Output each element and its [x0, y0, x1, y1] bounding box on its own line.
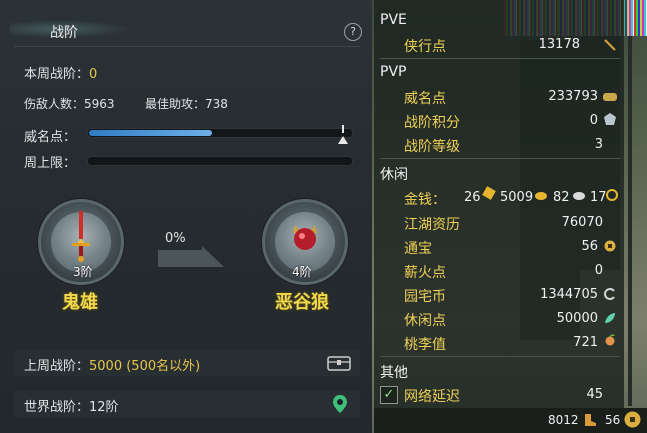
last-week-row: 上周战阶：5000 (500名以外): [24, 355, 200, 374]
leisure-item-label: 通宝: [404, 241, 432, 257]
wolf-orb-icon: [293, 225, 317, 250]
pvp-item-level-value: 3: [594, 137, 603, 152]
section-divider: [380, 58, 620, 59]
leisure-header: 休闲: [380, 167, 408, 183]
cap-marker-stem: [342, 125, 344, 133]
leisure-item-label: 休闲点: [404, 313, 446, 329]
mask-icon: [603, 93, 617, 101]
scrollbar[interactable]: [628, 36, 632, 406]
leisure-item-label: 园宅币: [404, 289, 446, 305]
header-divider: [14, 46, 360, 47]
gold-ingot-icon: [482, 186, 496, 200]
latency-value: 45: [586, 387, 603, 402]
leisure-item-value: 1344705: [540, 287, 598, 302]
leisure-item-value: 0: [594, 263, 603, 278]
leisure-item-value: 56: [581, 239, 598, 254]
world-rank-value: 12阶: [89, 400, 119, 415]
chest-icon[interactable]: [327, 354, 351, 372]
currency-panel: PVE 侠行点 13178 PVP 威名点 233793 战阶积分 0 战阶等级…: [374, 0, 624, 408]
latency-label: 网络延迟: [404, 389, 460, 405]
latency-checkbox[interactable]: ✓: [380, 386, 398, 404]
pvp-item-prestige-value: 233793: [548, 89, 598, 104]
silver-ingot-icon: [535, 192, 547, 200]
boot-icon: [585, 414, 596, 426]
section-divider: [380, 356, 620, 357]
last-week-label: 上周战阶：: [24, 359, 90, 374]
next-rank-level: 4阶: [292, 265, 312, 279]
world-rank-label: 世界战阶：: [24, 400, 90, 415]
location-pin-icon[interactable]: [332, 394, 348, 414]
last-week-value: 5000 (500名以外): [89, 359, 201, 374]
weekly-cap-label: 周上限：: [24, 156, 77, 171]
kills-row: 伤敌人数：5963: [24, 95, 115, 112]
next-rank-name: 恶谷狼: [275, 292, 329, 313]
leisure-item-label: 桃李值: [404, 337, 446, 353]
weekly-rank-value: 0: [89, 67, 98, 82]
bottom-value-b: 56: [605, 413, 621, 427]
kills-value: 5963: [84, 97, 115, 111]
leisure-item-value: 50000: [556, 311, 598, 326]
money-label: 金钱：: [404, 192, 446, 208]
arrow-right-icon: [158, 246, 224, 267]
dagger-icon: [72, 211, 90, 262]
pvp-item-prestige-label: 威名点: [404, 91, 446, 107]
world-rank-row: 世界战阶：12阶: [24, 396, 119, 415]
leisure-item-label: 江湖资历: [404, 217, 460, 233]
money-silver-value: 5009: [500, 190, 534, 205]
crest-icon: [604, 113, 616, 125]
best-assist-label: 最佳助攻：: [145, 97, 206, 111]
pve-header: PVE: [380, 12, 407, 28]
pve-item-value: 13178: [538, 37, 580, 52]
brush-icon: [604, 39, 616, 51]
house-coin-icon: [604, 288, 615, 300]
current-rank-level: 3阶: [73, 265, 93, 279]
copper-coin-icon: [604, 240, 616, 252]
best-assist-row: 最佳助攻：738: [145, 95, 228, 112]
prestige-progress-bar: [87, 128, 353, 138]
tongbao-coin-icon: [624, 411, 641, 428]
money-gold-value: 26: [464, 190, 481, 205]
best-assist-value: 738: [205, 97, 228, 111]
weekly-cap-bar: [87, 156, 353, 166]
money-copper-b-value: 17: [590, 190, 607, 205]
weekly-rank-row: 本周战阶：0: [24, 63, 97, 82]
leisure-item-value: 76070: [561, 215, 603, 230]
current-rank-name: 鬼雄: [62, 292, 98, 313]
progress-percent: 0%: [165, 231, 186, 246]
cap-marker-icon: [338, 136, 348, 144]
leisure-item-label: 薪火点: [404, 265, 446, 281]
peach-icon: [605, 334, 615, 346]
pvp-item-points-value: 0: [589, 113, 598, 128]
prestige-progress-fill: [89, 130, 212, 136]
bottom-status-bar: 8012 56: [374, 408, 647, 433]
weekly-rank-label: 本周战阶：: [24, 67, 90, 82]
section-divider: [380, 158, 620, 159]
bottom-value-a: 8012: [548, 413, 579, 427]
other-header: 其他: [380, 365, 408, 381]
leaf-icon: [605, 313, 615, 323]
pve-item-label: 侠行点: [404, 39, 446, 55]
battle-rank-panel: 战阶 ? 本周战阶：0 伤敌人数：5963 最佳助攻：738 威名点： 周上限：…: [0, 0, 372, 433]
pvp-header: PVP: [380, 64, 407, 80]
prestige-label: 威名点：: [24, 130, 77, 145]
kills-label: 伤敌人数：: [24, 97, 85, 111]
leisure-item-value: 721: [573, 335, 598, 350]
money-copper-a-value: 82: [553, 190, 570, 205]
copper-ingot-icon: [573, 192, 585, 200]
coin-icon: [606, 189, 618, 201]
pvp-item-points-label: 战阶积分: [404, 115, 460, 131]
panel-title: 战阶: [50, 25, 78, 41]
pvp-item-level-label: 战阶等级: [404, 139, 460, 155]
help-button[interactable]: ?: [344, 23, 362, 41]
